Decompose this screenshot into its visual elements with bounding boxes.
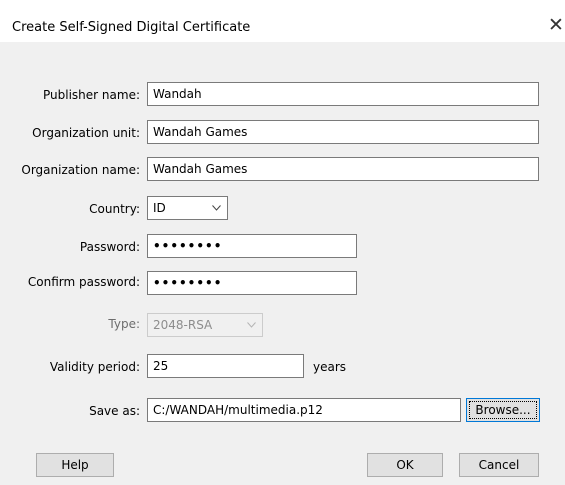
chevron-down-icon — [247, 322, 256, 328]
chevron-down-icon — [212, 205, 221, 211]
save-as-input[interactable]: C:/WANDAH/multimedia.p12 — [147, 398, 461, 422]
help-button[interactable]: Help — [36, 453, 114, 477]
window-title: Create Self-Signed Digital Certificate — [12, 20, 251, 35]
ok-button[interactable]: OK — [367, 453, 443, 477]
organization-unit-label: Organization unit: — [32, 126, 140, 140]
title-bar: Create Self-Signed Digital Certificate ✕ — [0, 0, 565, 42]
save-as-label: Save as: — [89, 404, 140, 418]
confirm-password-label: Confirm password: — [27, 275, 140, 289]
validity-period-label: Validity period: — [49, 360, 140, 374]
organization-name-input[interactable]: Wandah Games — [147, 157, 539, 181]
validity-period-input[interactable]: 25 — [147, 354, 304, 378]
certificate-dialog: Create Self-Signed Digital Certificate ✕… — [0, 0, 565, 485]
publisher-name-label: Publisher name: — [43, 88, 140, 102]
cancel-button[interactable]: Cancel — [459, 453, 539, 477]
country-selected-value: ID — [153, 201, 166, 215]
browse-button[interactable]: Browse... — [466, 398, 540, 422]
type-select: 2048-RSA — [147, 313, 263, 337]
close-icon[interactable]: ✕ — [548, 16, 564, 35]
organization-unit-input[interactable]: Wandah Games — [147, 120, 539, 144]
type-label: Type: — [108, 317, 140, 331]
type-selected-value: 2048-RSA — [153, 318, 213, 332]
browse-button-label: Browse... — [469, 401, 537, 419]
validity-unit-label: years — [313, 360, 347, 374]
publisher-name-input[interactable]: Wandah — [147, 82, 539, 106]
country-label: Country: — [89, 202, 140, 216]
confirm-password-input[interactable]: •••••••• — [147, 271, 357, 295]
dialog-content: Publisher name: Wandah Organization unit… — [0, 42, 565, 485]
password-label: Password: — [79, 240, 140, 254]
country-select[interactable]: ID — [147, 196, 228, 220]
password-input[interactable]: •••••••• — [147, 234, 357, 258]
organization-name-label: Organization name: — [21, 163, 140, 177]
